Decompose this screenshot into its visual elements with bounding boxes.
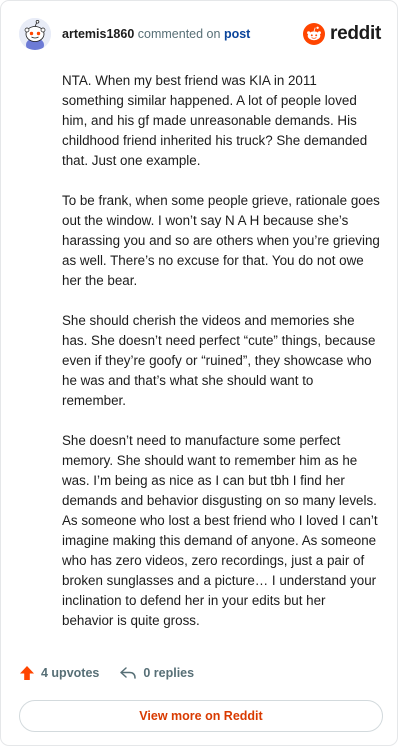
comment-actions: 4 upvotes 0 replies	[19, 665, 194, 681]
comment-embed-card: artemis1860 commented on post reddit NTA…	[0, 0, 398, 746]
replies-button[interactable]: 0 replies	[119, 665, 194, 681]
upvote-arrow-icon	[20, 666, 34, 680]
reply-arrow-icon	[120, 667, 137, 679]
username-link[interactable]: artemis1860	[62, 27, 134, 41]
comment-header: artemis1860 commented on post reddit	[19, 15, 381, 53]
upvote-count: 4 upvotes	[41, 666, 100, 680]
reply-count: 0 replies	[143, 666, 195, 680]
user-avatar[interactable]	[19, 18, 51, 50]
comment-paragraph: To be frank, when some people grieve, ra…	[62, 193, 380, 288]
view-more-button[interactable]: View more on Reddit	[19, 700, 383, 732]
action-text: commented on	[137, 27, 221, 41]
post-link[interactable]: post	[224, 27, 250, 41]
reddit-wordmark: reddit	[330, 23, 381, 44]
comment-paragraph: She doesn’t need to manufacture some per…	[62, 433, 378, 628]
comment-paragraph: She should cherish the videos and memori…	[62, 313, 376, 408]
snoo-avatar-icon	[19, 18, 51, 50]
comment-meta: artemis1860 commented on post	[62, 27, 250, 41]
comment-body: NTA. When my best friend was KIA in 2011…	[62, 71, 380, 651]
reddit-logo[interactable]: reddit	[303, 23, 381, 45]
reddit-logo-icon	[303, 23, 326, 45]
upvote-button[interactable]: 4 upvotes	[19, 665, 99, 681]
comment-paragraph: NTA. When my best friend was KIA in 2011…	[62, 73, 368, 168]
